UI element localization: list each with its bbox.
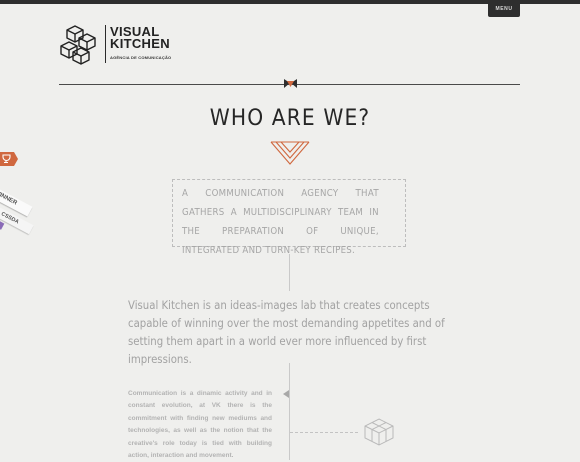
chevron-down-icon xyxy=(270,141,310,165)
intro-statement: A communication agency that gathers a mu… xyxy=(182,188,379,256)
menu-button[interactable]: MENU xyxy=(488,0,520,17)
timeline-arrow-icon xyxy=(283,390,289,398)
lead-paragraph: Visual Kitchen is an ideas-images lab th… xyxy=(128,298,445,366)
logo[interactable]: VISUAL KITCHEN AGÊNCIA DE COMUNICAÇÃO xyxy=(59,22,172,66)
logo-tagline: AGÊNCIA DE COMUNICAÇÃO xyxy=(110,55,172,60)
cube-icon xyxy=(364,418,394,446)
award-ribbon-icon[interactable] xyxy=(0,221,5,230)
trophy-icon[interactable] xyxy=(0,150,18,168)
connector-line xyxy=(289,254,290,291)
page-title: WHO ARE WE? xyxy=(209,106,371,131)
timeline-line xyxy=(289,363,290,460)
logo-wordmark: VISUAL KITCHEN xyxy=(110,25,170,51)
logo-line-2: KITCHEN xyxy=(110,36,170,51)
logo-separator xyxy=(105,25,106,63)
divider-ornament-icon xyxy=(284,79,297,88)
body-paragraph: Communication is a dinamic activity and … xyxy=(128,390,272,460)
isometric-cube-logo-icon xyxy=(60,25,96,65)
dashed-connector xyxy=(290,432,358,433)
